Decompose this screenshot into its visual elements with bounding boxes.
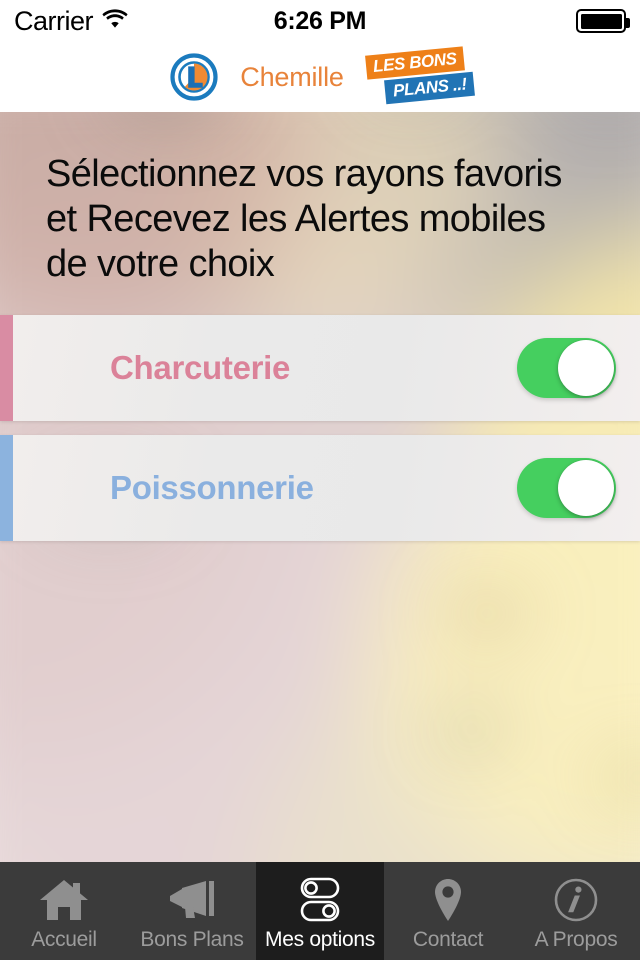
app-header: Chemille LES BONS PLANS ..! — [0, 42, 640, 112]
tab-label: Mes options — [265, 928, 375, 951]
battery-full-icon — [576, 9, 630, 33]
leclerc-logo-icon — [170, 53, 218, 101]
tab-label: Bons Plans — [140, 928, 244, 951]
toggle-knob — [558, 460, 614, 516]
tab-mes-options[interactable]: Mes options — [256, 862, 384, 960]
toggle-knob — [558, 340, 614, 396]
rayon-accent-bar — [0, 435, 13, 541]
tab-bar: Accueil Bons Plans Mes options Contact A… — [0, 862, 640, 960]
store-name: Chemille — [240, 61, 344, 92]
tab-bons-plans[interactable]: Bons Plans — [128, 862, 256, 960]
tab-label: A Propos — [534, 928, 618, 951]
rayon-label: Charcuterie — [110, 349, 291, 386]
rayon-toggle-poissonnerie[interactable] — [517, 458, 616, 518]
tab-label: Contact — [412, 928, 484, 951]
rayon-label: Poissonnerie — [110, 469, 314, 506]
page-title: Sélectionnez vos rayons favoris et Recev… — [46, 153, 562, 285]
tab-contact[interactable]: Contact — [384, 862, 512, 960]
status-bar-right — [576, 9, 630, 33]
rayon-accent-bar — [0, 315, 13, 421]
list-item[interactable]: Charcuterie — [0, 315, 640, 421]
toggles-icon — [294, 874, 346, 926]
list-item[interactable]: Poissonnerie — [0, 435, 640, 541]
tab-accueil[interactable]: Accueil — [0, 862, 128, 960]
wifi-icon — [102, 9, 128, 33]
info-circle-icon — [550, 874, 602, 926]
status-bar-left: Carrier — [14, 5, 128, 36]
tab-label: Accueil — [31, 928, 97, 951]
tab-a-propos[interactable]: A Propos — [512, 862, 640, 960]
rayon-toggle-charcuterie[interactable] — [517, 338, 616, 398]
carrier-label: Carrier — [14, 5, 94, 36]
bons-plans-badge: LES BONS PLANS ..! — [364, 46, 475, 105]
main-content: Sélectionnez vos rayons favoris et Recev… — [0, 112, 640, 862]
rayon-list: Charcuterie Poissonnerie — [0, 315, 640, 541]
battery-fill — [580, 13, 622, 29]
map-pin-icon — [422, 874, 474, 926]
megaphone-icon — [166, 874, 218, 926]
home-icon — [38, 874, 90, 926]
app-screen: Carrier 6:26 PM Chemille LES BONS PLANS … — [0, 0, 640, 960]
status-bar: Carrier 6:26 PM — [0, 0, 640, 42]
